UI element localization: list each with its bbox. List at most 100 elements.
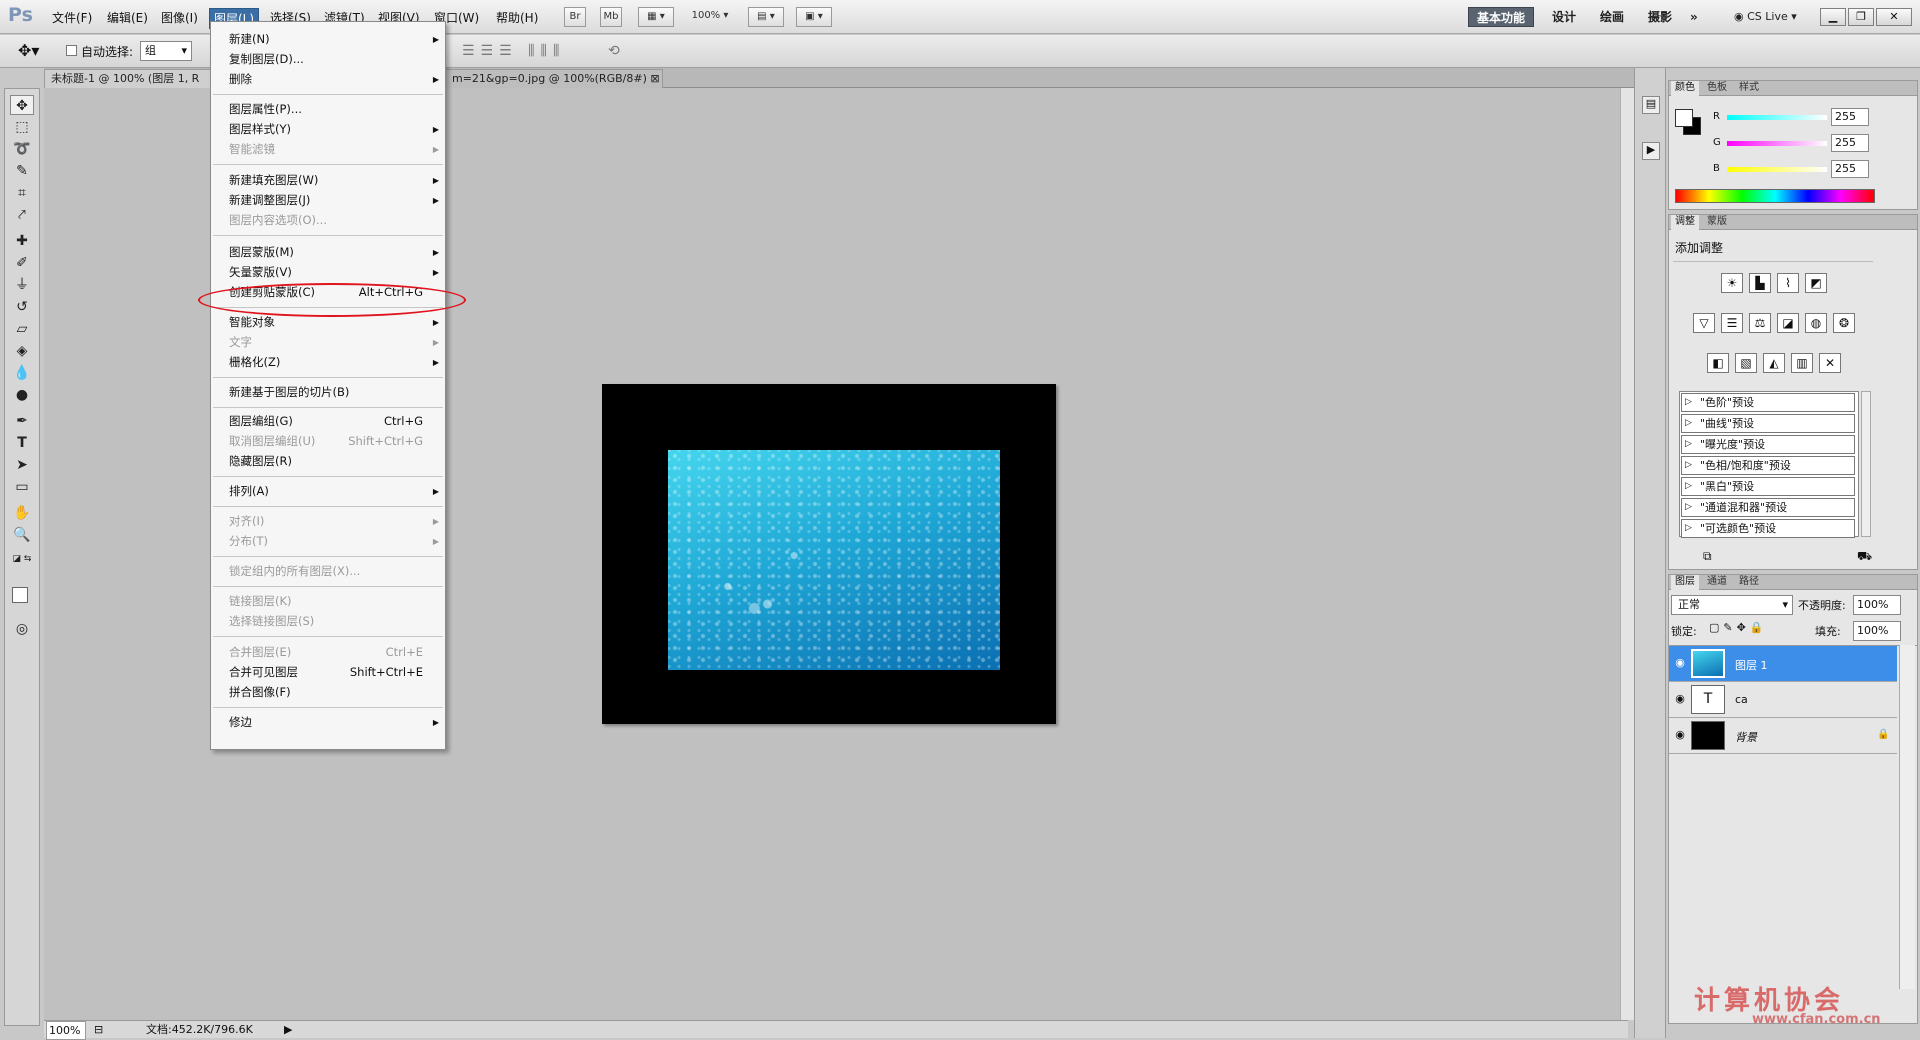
fill-field[interactable]: 100%: [1853, 621, 1901, 641]
cs-live-button[interactable]: ◉ CS Live ▾: [1734, 7, 1797, 27]
tab-jpg-document[interactable]: m=21&gp=0.jpg @ 100%(RGB/8#) ⊠: [445, 69, 663, 88]
menu-edit[interactable]: 编辑(E): [103, 8, 152, 27]
move-tool-icon[interactable]: ✥▾: [18, 41, 39, 60]
lasso-tool-icon[interactable]: ➰: [10, 139, 34, 159]
tab-masks[interactable]: 蒙版: [1703, 215, 1731, 230]
menu-item-vector-mask[interactable]: 矢量蒙版(V) ▶: [229, 264, 439, 281]
exposure-icon[interactable]: ◩: [1805, 273, 1827, 293]
type-tool-icon[interactable]: T: [10, 433, 34, 453]
vibrance-icon[interactable]: ▽: [1693, 313, 1715, 333]
menu-item-layer-style[interactable]: 图层样式(Y) ▶: [229, 121, 439, 138]
distribute-icons[interactable]: ☰☰☰ ⫼⫼⫼: [462, 43, 565, 59]
marquee-tool-icon[interactable]: ⬚: [10, 117, 34, 137]
shape-tool-icon[interactable]: ▭: [10, 477, 34, 497]
hue-saturation-icon[interactable]: ☰: [1721, 313, 1743, 333]
brush-tool-icon[interactable]: ✐: [10, 253, 34, 273]
vertical-scrollbar[interactable]: [1620, 88, 1634, 1020]
dodge-tool-icon[interactable]: ●: [10, 385, 34, 405]
photo-filter-icon[interactable]: ◍: [1805, 313, 1827, 333]
gradient-map-icon[interactable]: ▥: [1791, 353, 1813, 373]
menu-item-arrange[interactable]: 排列(A) ▶: [229, 483, 439, 500]
workspace-painting[interactable]: 绘画: [1600, 7, 1624, 27]
channel-g-slider[interactable]: [1727, 141, 1827, 146]
menu-item-matting[interactable]: 修边 ▶: [229, 714, 439, 731]
eyedropper-tool-icon[interactable]: ⤤: [10, 205, 34, 225]
blend-mode-dropdown[interactable]: 正常 ▾: [1671, 595, 1793, 615]
auto-select-dropdown[interactable]: 组 ▾: [140, 41, 192, 61]
preset-exposure[interactable]: "曝光度"预设: [1681, 435, 1855, 454]
layer-row-background[interactable]: ◉ 背景 🔒: [1669, 718, 1897, 754]
curves-icon[interactable]: ⌇: [1777, 273, 1799, 293]
layer-name[interactable]: 背景: [1735, 729, 1757, 745]
channel-b-slider[interactable]: [1727, 167, 1827, 172]
zoom-level-dropdown[interactable]: 100% ▾: [684, 7, 736, 27]
restore-button[interactable]: ❐: [1848, 8, 1874, 26]
menu-item-new[interactable]: 新建(N) ▶: [229, 31, 439, 48]
color-spectrum-ramp[interactable]: [1675, 189, 1875, 203]
clip-to-layer-icon[interactable]: ⧉: [1703, 549, 1712, 564]
threshold-icon[interactable]: ◭: [1763, 353, 1785, 373]
close-tab-icon[interactable]: ⊠: [650, 72, 659, 85]
tab-styles[interactable]: 样式: [1735, 81, 1763, 96]
tab-color[interactable]: 颜色: [1671, 81, 1699, 96]
layer-row-ca[interactable]: ◉ T ca: [1669, 682, 1897, 718]
visibility-eye-icon[interactable]: ◉: [1673, 656, 1687, 670]
preset-black-white[interactable]: "黑白"预设: [1681, 477, 1855, 496]
arrange-documents-dropdown[interactable]: ▤ ▾: [748, 7, 784, 27]
foreground-color-swatch[interactable]: [12, 587, 28, 603]
invert-icon[interactable]: ◧: [1707, 353, 1729, 373]
levels-icon[interactable]: ▙: [1749, 273, 1771, 293]
healing-brush-tool-icon[interactable]: ✚: [10, 231, 34, 251]
channel-g-value[interactable]: 255: [1831, 134, 1869, 152]
adjust-panel-footer-icon[interactable]: ⛟: [1857, 549, 1872, 565]
menu-item-new-layer-based-slice[interactable]: 新建基于图层的切片(B): [229, 384, 439, 401]
selective-color-icon[interactable]: ✕: [1819, 353, 1841, 373]
menu-item-delete[interactable]: 删除 ▶: [229, 71, 439, 88]
minimize-button[interactable]: ▁: [1820, 8, 1846, 26]
preset-levels[interactable]: "色阶"预设: [1681, 393, 1855, 412]
status-zoom-field[interactable]: 100%: [46, 1021, 86, 1040]
tab-paths[interactable]: 路径: [1735, 575, 1763, 590]
channel-r-value[interactable]: 255: [1831, 108, 1869, 126]
preset-channel-mixer[interactable]: "通道混和器"预设: [1681, 498, 1855, 517]
actions-panel-icon[interactable]: ▶: [1642, 142, 1660, 160]
path-select-tool-icon[interactable]: ➤: [10, 455, 34, 475]
status-menu-arrow-icon[interactable]: ▶: [284, 1021, 292, 1038]
black-white-icon[interactable]: ◪: [1777, 313, 1799, 333]
menu-image[interactable]: 图像(I): [157, 8, 202, 27]
default-colors-icon[interactable]: ◪ ⇆: [10, 549, 34, 569]
posterize-icon[interactable]: ▧: [1735, 353, 1757, 373]
auto-align-icon[interactable]: ⟲: [608, 43, 620, 59]
tab-adjustments[interactable]: 调整: [1671, 215, 1699, 230]
preset-selective-color[interactable]: "可选颜色"预设: [1681, 519, 1855, 538]
history-brush-tool-icon[interactable]: ↺: [10, 297, 34, 317]
menu-file[interactable]: 文件(F): [48, 8, 96, 27]
menu-item-flatten-image[interactable]: 拼合图像(F): [229, 684, 439, 701]
extras-dropdown[interactable]: ▦ ▾: [638, 7, 674, 27]
fg-color-box[interactable]: [1675, 109, 1693, 127]
menu-item-group-layers[interactable]: 图层编组(G) Ctrl+G: [229, 413, 439, 430]
crop-tool-icon[interactable]: ⌗: [10, 183, 34, 203]
eraser-tool-icon[interactable]: ▱: [10, 319, 34, 339]
workspace-design[interactable]: 设计: [1552, 7, 1576, 27]
preset-hue-saturation[interactable]: "色相/饱和度"预设: [1681, 456, 1855, 475]
tab-channels[interactable]: 通道: [1703, 575, 1731, 590]
preset-curves[interactable]: "曲线"预设: [1681, 414, 1855, 433]
channel-r-slider[interactable]: [1727, 115, 1827, 120]
blur-tool-icon[interactable]: 💧: [10, 363, 34, 383]
zoom-tool-icon[interactable]: 🔍: [10, 525, 34, 545]
presets-scrollbar[interactable]: [1861, 391, 1871, 537]
quick-mask-icon[interactable]: ◎: [10, 619, 34, 639]
pen-tool-icon[interactable]: ✒: [10, 411, 34, 431]
move-tool-icon[interactable]: ✥: [10, 95, 34, 115]
opacity-field[interactable]: 100%: [1853, 595, 1901, 615]
mini-bridge-button[interactable]: Mb: [600, 7, 622, 27]
workspace-more-button[interactable]: »: [1690, 7, 1698, 27]
history-panel-icon[interactable]: ▤: [1642, 96, 1660, 114]
menu-item-layer-properties[interactable]: 图层属性(P)...: [229, 101, 439, 118]
tab-untitled-1[interactable]: 未标题-1 @ 100% (图层 1, R: [44, 69, 219, 88]
visibility-eye-icon[interactable]: ◉: [1673, 728, 1687, 742]
status-info-icon[interactable]: ⊟: [94, 1021, 103, 1038]
menu-item-new-adjustment-layer[interactable]: 新建调整图层(J) ▶: [229, 192, 439, 209]
visibility-eye-icon[interactable]: ◉: [1673, 692, 1687, 706]
